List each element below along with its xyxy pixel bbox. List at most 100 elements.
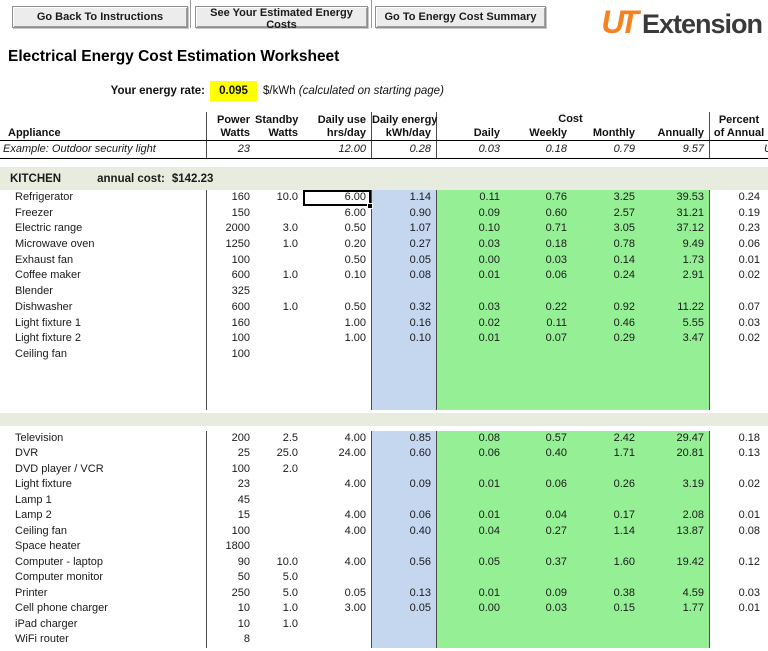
- cell-monthly[interactable]: [572, 363, 640, 379]
- cell-weekly[interactable]: 0.03: [505, 601, 572, 617]
- cell-daily-use[interactable]: [303, 363, 372, 379]
- cell-weekly[interactable]: [505, 539, 572, 555]
- appliance-label[interactable]: Light fixture 2: [0, 331, 207, 347]
- cell-power[interactable]: 100: [207, 253, 255, 269]
- cell-daily[interactable]: [437, 363, 505, 379]
- cell-daily-energy[interactable]: [372, 363, 437, 379]
- cell-daily-energy[interactable]: 0.10: [372, 331, 437, 347]
- cell-weekly[interactable]: 0.37: [505, 555, 572, 571]
- cell-monthly[interactable]: 0.15: [572, 601, 640, 617]
- cell-standby[interactable]: [255, 316, 303, 332]
- appliance-label[interactable]: Ceiling fan: [0, 524, 207, 540]
- go-back-to-instructions-button[interactable]: Go Back To Instructions: [12, 6, 188, 28]
- cell-power[interactable]: 90: [207, 555, 255, 571]
- cell-power[interactable]: 15: [207, 508, 255, 524]
- cell-standby[interactable]: [255, 206, 303, 222]
- cell-annually[interactable]: [640, 493, 710, 509]
- cell-standby[interactable]: 10.0: [255, 555, 303, 571]
- cell-daily-energy[interactable]: 0.08: [372, 268, 437, 284]
- cell-daily-use[interactable]: 0.10: [303, 268, 372, 284]
- cell-percent[interactable]: [710, 617, 768, 633]
- cell-annually[interactable]: [640, 363, 710, 379]
- cell-standby[interactable]: [255, 493, 303, 509]
- cell-weekly[interactable]: 0.76: [505, 190, 572, 206]
- cell-daily[interactable]: 0.05: [437, 555, 505, 571]
- cell-power[interactable]: 25: [207, 446, 255, 462]
- cell-annually[interactable]: 3.47: [640, 331, 710, 347]
- cell-monthly[interactable]: 0.14: [572, 253, 640, 269]
- cell-percent[interactable]: [710, 462, 768, 478]
- appliance-label[interactable]: Freezer: [0, 206, 207, 222]
- cell-daily-use[interactable]: [303, 539, 372, 555]
- appliance-label[interactable]: Light fixture: [0, 477, 207, 493]
- appliance-label[interactable]: Light fixture 1: [0, 316, 207, 332]
- cell-daily[interactable]: 0.00: [437, 253, 505, 269]
- cell-percent[interactable]: [710, 493, 768, 509]
- cell-daily[interactable]: 0.01: [437, 268, 505, 284]
- cell-monthly[interactable]: 1.60: [572, 555, 640, 571]
- cell-monthly[interactable]: 0.26: [572, 477, 640, 493]
- cell-daily-energy[interactable]: 0.32: [372, 300, 437, 316]
- cell-percent[interactable]: 0.02: [710, 331, 768, 347]
- cell-daily[interactable]: [437, 378, 505, 394]
- appliance-label[interactable]: [0, 378, 207, 394]
- cell-daily-energy[interactable]: [372, 347, 437, 363]
- appliance-label[interactable]: Lamp 1: [0, 493, 207, 509]
- cell-standby[interactable]: [255, 253, 303, 269]
- active-cell[interactable]: 6.00: [303, 190, 372, 206]
- cell-daily-use[interactable]: 0.50: [303, 221, 372, 237]
- appliance-label[interactable]: Space heater: [0, 539, 207, 555]
- cell-daily-use[interactable]: 4.00: [303, 508, 372, 524]
- cell-annually[interactable]: [640, 632, 710, 648]
- cell-daily-energy[interactable]: 0.90: [372, 206, 437, 222]
- cell-daily[interactable]: 0.10: [437, 221, 505, 237]
- cell-weekly[interactable]: 0.11: [505, 316, 572, 332]
- appliance-label[interactable]: DVR: [0, 446, 207, 462]
- cell-standby[interactable]: 3.0: [255, 221, 303, 237]
- cell-power[interactable]: [207, 378, 255, 394]
- cell-weekly[interactable]: [505, 394, 572, 410]
- cell-power[interactable]: 23: [207, 477, 255, 493]
- cell-annually[interactable]: [640, 539, 710, 555]
- cell-percent[interactable]: 0.19: [710, 206, 768, 222]
- cell-standby[interactable]: [255, 284, 303, 300]
- cell-monthly[interactable]: [572, 462, 640, 478]
- cell-daily[interactable]: [437, 347, 505, 363]
- cell-daily-energy[interactable]: 0.13: [372, 586, 437, 602]
- cell-power[interactable]: 2000: [207, 221, 255, 237]
- cell-daily[interactable]: 0.01: [437, 508, 505, 524]
- cell-monthly[interactable]: 2.42: [572, 431, 640, 447]
- cell-weekly[interactable]: [505, 632, 572, 648]
- appliance-label[interactable]: Coffee maker: [0, 268, 207, 284]
- cell-daily-energy[interactable]: 0.16: [372, 316, 437, 332]
- cell-power[interactable]: 1250: [207, 237, 255, 253]
- cell-monthly[interactable]: 0.24: [572, 268, 640, 284]
- cell-annually[interactable]: [640, 347, 710, 363]
- cell-daily-energy[interactable]: 0.40: [372, 524, 437, 540]
- cell-standby[interactable]: 10.0: [255, 190, 303, 206]
- cell-daily-energy[interactable]: [372, 462, 437, 478]
- cell-annually[interactable]: 11.22: [640, 300, 710, 316]
- cell-standby[interactable]: [255, 477, 303, 493]
- cell-daily[interactable]: 0.01: [437, 331, 505, 347]
- cell-daily-energy[interactable]: 0.09: [372, 477, 437, 493]
- cell-monthly[interactable]: 1.14: [572, 524, 640, 540]
- cell-percent[interactable]: [710, 570, 768, 586]
- cell-standby[interactable]: 1.0: [255, 237, 303, 253]
- cell-daily-energy[interactable]: 1.07: [372, 221, 437, 237]
- cell-weekly[interactable]: [505, 347, 572, 363]
- cell-standby[interactable]: 2.5: [255, 431, 303, 447]
- cell-percent[interactable]: 0.13: [710, 446, 768, 462]
- cell-daily-use[interactable]: [303, 347, 372, 363]
- cell-weekly[interactable]: 0.03: [505, 253, 572, 269]
- cell-daily-use[interactable]: 0.05: [303, 586, 372, 602]
- cell-standby[interactable]: [255, 632, 303, 648]
- cell-annually[interactable]: 37.12: [640, 221, 710, 237]
- go-to-energy-cost-summary-button[interactable]: Go To Energy Cost Summary: [375, 6, 546, 28]
- appliance-label[interactable]: WiFi router: [0, 632, 207, 648]
- cell-daily-energy[interactable]: [372, 632, 437, 648]
- cell-daily-energy[interactable]: [372, 570, 437, 586]
- cell-daily[interactable]: [437, 394, 505, 410]
- cell-standby[interactable]: [255, 363, 303, 379]
- appliance-label[interactable]: Microwave oven: [0, 237, 207, 253]
